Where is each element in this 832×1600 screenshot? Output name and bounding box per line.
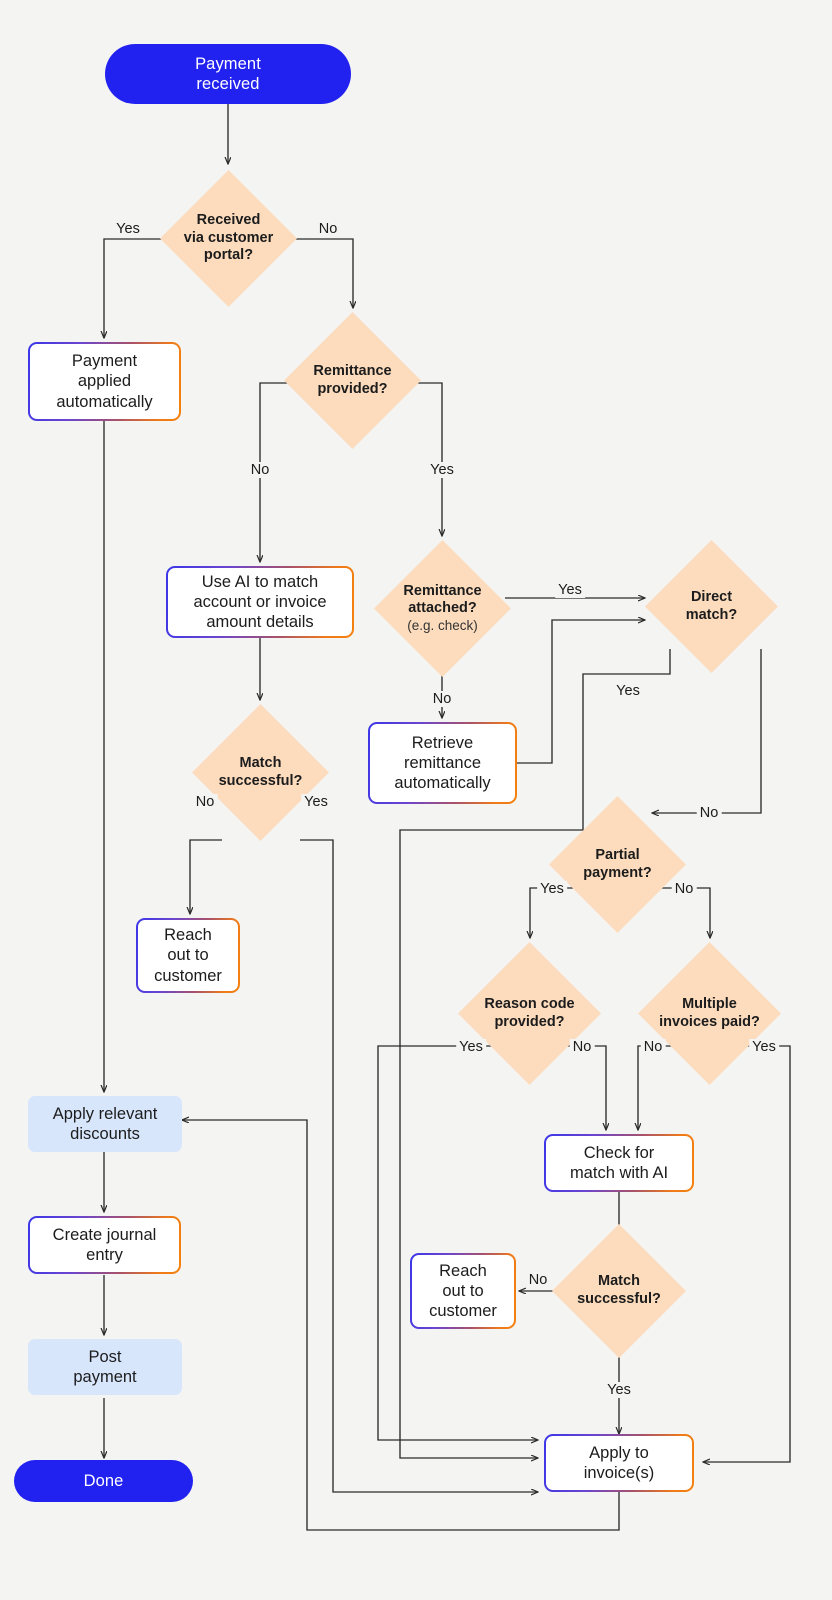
node-payment-received[interactable]: Payment received — [105, 44, 351, 104]
edge-label-match-right-yes: Yes — [604, 1382, 634, 1398]
node-multiple-invoices-paid-label: Multiple invoices paid? — [659, 995, 760, 1030]
node-create-journal-entry[interactable]: Create journal entry — [28, 1216, 181, 1274]
edge-label-reason-no: No — [569, 1039, 595, 1055]
edge-label-portal-no: No — [315, 221, 341, 237]
node-reach-out-to-customer-right-label: Reach out to customer — [429, 1261, 497, 1321]
node-post-payment-label: Post payment — [73, 1347, 137, 1386]
edge-label-reason-yes: Yes — [456, 1039, 486, 1055]
edge-label-partial-yes: Yes — [537, 881, 567, 897]
node-apply-to-invoices[interactable]: Apply to invoice(s) — [544, 1434, 694, 1492]
node-payment-applied-automatically[interactable]: Payment applied automatically — [28, 342, 181, 421]
flowchart-canvas: Payment received Received via customer po… — [0, 0, 832, 1600]
node-remittance-attached[interactable]: Remittance attached? (e.g. check) — [373, 539, 512, 678]
edge-label-portal-yes: Yes — [113, 221, 143, 237]
node-reason-code-provided-label: Reason code provided? — [484, 995, 575, 1030]
node-partial-payment-label: Partial payment? — [583, 846, 652, 881]
node-partial-payment[interactable]: Partial payment? — [548, 795, 687, 934]
node-reason-code-provided[interactable]: Reason code provided? — [457, 941, 602, 1086]
edge-label-match-left-no: No — [192, 794, 218, 810]
node-retrieve-remittance-automatically[interactable]: Retrieve remittance automatically — [368, 722, 517, 804]
edge-label-match-right-no: No — [525, 1272, 551, 1288]
node-check-for-match-with-ai[interactable]: Check for match with AI — [544, 1134, 694, 1192]
edge-label-remit-attached-no: No — [429, 691, 455, 707]
node-apply-to-invoices-label: Apply to invoice(s) — [583, 1443, 655, 1482]
node-use-ai-to-match[interactable]: Use AI to match account or invoice amoun… — [166, 566, 354, 638]
node-post-payment[interactable]: Post payment — [28, 1339, 182, 1395]
node-retrieve-remittance-automatically-label: Retrieve remittance automatically — [394, 733, 491, 793]
node-remittance-attached-label: Remittance attached? (e.g. check) — [403, 582, 482, 633]
edge-label-remit-provided-yes: Yes — [427, 462, 457, 478]
node-apply-relevant-discounts[interactable]: Apply relevant discounts — [28, 1096, 182, 1152]
edge-label-direct-match-no: No — [696, 805, 722, 821]
node-remittance-provided-label: Remittance provided? — [313, 362, 392, 397]
node-direct-match-label: Direct match? — [685, 588, 738, 623]
edge-label-remit-provided-no: No — [247, 462, 273, 478]
edge-label-multiple-yes: Yes — [749, 1039, 779, 1055]
edge-label-remit-attached-yes: Yes — [555, 582, 585, 598]
node-multiple-invoices-paid[interactable]: Multiple invoices paid? — [637, 941, 782, 1086]
node-match-successful-right-label: Match successful? — [577, 1273, 661, 1307]
node-apply-relevant-discounts-label: Apply relevant discounts — [52, 1104, 158, 1143]
node-remittance-attached-sublabel: (e.g. check) — [407, 617, 478, 633]
node-done-label: Done — [83, 1471, 124, 1490]
node-reach-out-to-customer-right[interactable]: Reach out to customer — [410, 1253, 516, 1329]
node-use-ai-to-match-label: Use AI to match account or invoice amoun… — [193, 572, 327, 632]
node-received-via-customer-portal-label: Received via customer portal? — [183, 211, 274, 264]
node-reach-out-to-customer-left-label: Reach out to customer — [154, 926, 222, 985]
node-direct-match[interactable]: Direct match? — [644, 539, 779, 674]
node-done[interactable]: Done — [14, 1460, 193, 1502]
node-received-via-customer-portal[interactable]: Received via customer portal? — [159, 169, 298, 308]
edge-label-direct-match-yes: Yes — [613, 683, 643, 699]
node-payment-received-label: Payment received — [195, 54, 261, 93]
node-check-for-match-with-ai-label: Check for match with AI — [569, 1143, 669, 1182]
edge-label-partial-no: No — [671, 881, 697, 897]
node-reach-out-to-customer-left[interactable]: Reach out to customer — [136, 918, 240, 993]
node-match-successful-left[interactable]: Match successful? — [191, 703, 330, 842]
node-remittance-provided[interactable]: Remittance provided? — [283, 311, 422, 450]
edge-label-multiple-no: No — [640, 1039, 666, 1055]
node-payment-applied-automatically-label: Payment applied automatically — [56, 352, 153, 411]
edge-label-match-left-yes: Yes — [301, 794, 331, 810]
node-match-successful-right[interactable]: Match successful? — [551, 1223, 687, 1359]
node-create-journal-entry-label: Create journal entry — [52, 1225, 157, 1264]
node-match-successful-left-label: Match successful? — [218, 754, 303, 789]
